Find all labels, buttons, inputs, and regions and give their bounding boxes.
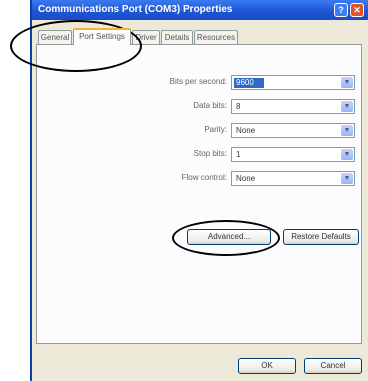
data-bits-row: Data bits: 8 ▼ xyxy=(37,99,363,115)
parity-select[interactable]: None ▼ xyxy=(231,123,355,138)
window-title: Communications Port (COM3) Properties xyxy=(38,4,233,15)
data-bits-label: Data bits: xyxy=(193,101,227,110)
data-bits-value: 8 xyxy=(236,102,241,111)
title-bar[interactable]: Communications Port (COM3) Properties xyxy=(32,0,368,20)
help-button[interactable]: ? xyxy=(334,3,348,17)
bits-per-second-value: 9600 xyxy=(234,78,264,88)
parity-value: None xyxy=(236,126,256,135)
flow-control-row: Flow control: None ▼ xyxy=(37,171,363,187)
chevron-down-icon[interactable]: ▼ xyxy=(341,173,353,184)
port-settings-panel: Bits per second: 9600 ▼ Data bits: 8 ▼ P… xyxy=(36,44,362,344)
close-button[interactable]: ✕ xyxy=(350,3,364,17)
flow-control-select[interactable]: None ▼ xyxy=(231,171,355,186)
tab-resources[interactable]: Resources xyxy=(194,30,238,44)
ok-button[interactable]: OK xyxy=(238,358,296,374)
tab-driver[interactable]: Driver xyxy=(132,30,160,44)
bits-per-second-row: Bits per second: 9600 ▼ xyxy=(37,75,363,91)
bits-per-second-select[interactable]: 9600 ▼ xyxy=(231,75,355,90)
tab-details[interactable]: Details xyxy=(161,30,193,44)
data-bits-select[interactable]: 8 ▼ xyxy=(231,99,355,114)
stop-bits-label: Stop bits: xyxy=(193,149,227,158)
tab-strip: General Port Settings Driver Details Res… xyxy=(36,28,366,45)
stop-bits-row: Stop bits: 1 ▼ xyxy=(37,147,363,163)
stop-bits-select[interactable]: 1 ▼ xyxy=(231,147,355,162)
chevron-down-icon[interactable]: ▼ xyxy=(341,101,353,112)
flow-control-label: Flow control: xyxy=(181,173,227,182)
restore-defaults-button[interactable]: Restore Defaults xyxy=(283,229,359,245)
chevron-down-icon[interactable]: ▼ xyxy=(341,149,353,160)
chevron-down-icon[interactable]: ▼ xyxy=(341,77,353,88)
bits-per-second-label: Bits per second: xyxy=(169,77,227,86)
stop-bits-value: 1 xyxy=(236,150,241,159)
tab-general[interactable]: General xyxy=(38,30,72,44)
advanced-button[interactable]: Advanced... xyxy=(187,229,271,245)
cancel-button[interactable]: Cancel xyxy=(304,358,362,374)
tab-port-settings[interactable]: Port Settings xyxy=(73,28,131,45)
chevron-down-icon[interactable]: ▼ xyxy=(341,125,353,136)
parity-row: Parity: None ▼ xyxy=(37,123,363,139)
flow-control-value: None xyxy=(236,174,256,183)
properties-dialog: Communications Port (COM3) Properties ? … xyxy=(30,0,368,381)
parity-label: Parity: xyxy=(204,125,227,134)
